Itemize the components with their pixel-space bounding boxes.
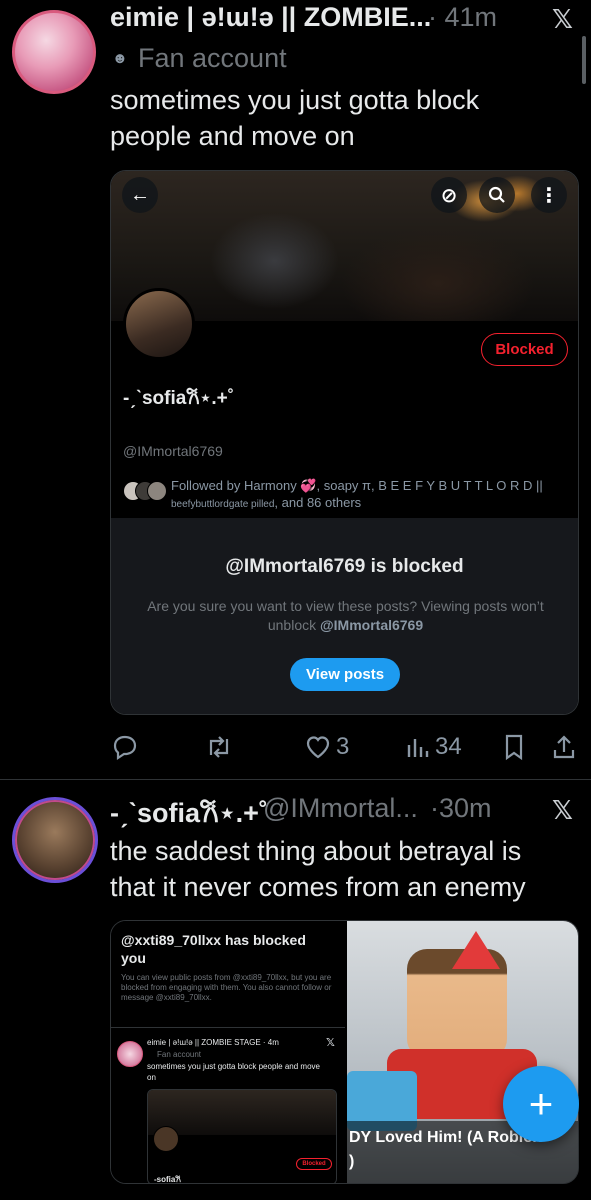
search-icon[interactable] <box>479 177 515 213</box>
post1-timestamp[interactable]: · 41m <box>428 2 497 33</box>
blocked-description: Are you sure you want to view these post… <box>147 598 544 633</box>
post2-display-name[interactable]: -ˏˋsofia𐙚⋆.+˚ <box>110 793 268 830</box>
blocked-title: @IMmortal6769 is blocked <box>225 556 464 577</box>
mini-text: sometimes you just gotta block people an… <box>147 1062 320 1082</box>
post2-avatar[interactable] <box>12 797 98 883</box>
back-arrow-icon[interactable]: ← <box>122 177 158 213</box>
like-button[interactable]: 3 <box>304 732 349 762</box>
mini-fan-label: Fan account <box>157 1050 202 1059</box>
blocked-button[interactable]: Blocked <box>481 333 568 366</box>
mini-profile-name: -sofia𐙚 <box>154 1175 181 1184</box>
share-icon <box>553 735 575 759</box>
party-hat <box>452 931 500 969</box>
mini-divider <box>111 1027 345 1028</box>
mini-avatar <box>117 1041 143 1067</box>
mini-banner <box>148 1090 336 1135</box>
quoted-media[interactable]: @xxti89_70llxx has blocked you You can v… <box>110 920 579 1184</box>
scrollbar[interactable] <box>582 36 586 84</box>
quoted-screenshot[interactable]: ← ⊘ ⋮ Blocked -ˏˋsofia𐙚⋆.+˚ @IMmortal676… <box>110 170 579 715</box>
post2-timestamp[interactable]: ·30m <box>430 793 492 824</box>
views-button[interactable]: 34 <box>405 732 462 762</box>
bookmark-icon <box>505 734 523 761</box>
followed-by-rest: , and 86 others <box>274 495 362 510</box>
profile-avatar[interactable] <box>123 288 195 360</box>
like-count: 3 <box>336 733 350 760</box>
profile-handle: @IMmortal6769 <box>123 443 223 459</box>
profile-name: -ˏˋsofia𐙚⋆.+˚ <box>123 388 235 409</box>
blocked-desc-handle: @IMmortal6769 <box>320 617 424 633</box>
view-count: 34 <box>435 733 462 760</box>
compose-post-button[interactable]: + <box>503 1066 579 1142</box>
thumbnail-caption-end: ) <box>349 1153 355 1170</box>
mini-quote-card: Blocked -sofia𐙚 <box>147 1089 337 1184</box>
follower-avatar <box>147 481 167 501</box>
mini-profile-avatar <box>153 1126 179 1152</box>
thumbnail-caption: DY Loved Him! (A Roblox <box>349 1129 542 1146</box>
x-logo-icon[interactable]: 𝕏 <box>552 4 573 35</box>
mini-x-logo: 𝕏 <box>326 1037 335 1049</box>
share-button[interactable] <box>551 732 577 762</box>
no-retweet-icon[interactable]: ⊘ <box>431 177 467 213</box>
view-posts-button[interactable]: View posts <box>290 658 400 691</box>
post1-display-name[interactable]: eimie | ə!ɯ!ə || ZOMBIE... <box>110 2 431 33</box>
repost-button[interactable] <box>204 732 234 762</box>
theater-mask-icon: ☻ <box>112 50 128 67</box>
post1-fan-label: Fan account <box>138 43 287 73</box>
views-icon <box>407 739 429 757</box>
x-logo-icon[interactable]: 𝕏 <box>552 795 573 826</box>
heart-icon <box>306 736 330 759</box>
mini-blocked-btn: Blocked <box>296 1158 332 1170</box>
more-icon[interactable]: ⋮ <box>531 177 567 213</box>
reply-button[interactable] <box>111 732 139 762</box>
post2-handle[interactable]: @IMmortal... <box>263 793 418 824</box>
bookmark-button[interactable] <box>502 732 526 762</box>
blocked-you-desc: You can view public posts from @xxti89_7… <box>121 973 332 1002</box>
blocked-screenshot: @xxti89_70llxx has blocked you You can v… <box>111 921 345 1184</box>
blocked-you-title: @xxti89_70llxx has blocked you <box>121 932 306 966</box>
reply-icon <box>113 735 137 761</box>
followed-by-small: beefybuttlordgate pilled <box>171 499 275 510</box>
post1-avatar[interactable] <box>12 10 96 94</box>
video-thumbnail: DY Loved Him! (A Roblox ) <box>347 921 578 1183</box>
post1-text: sometimes you just gotta block people an… <box>110 85 480 151</box>
mini-name: eimie | ə!ɯ!ə || ZOMBIE STAGE · 4m <box>147 1038 279 1047</box>
post2-text: the saddest thing about betrayal is that… <box>110 836 526 902</box>
post-divider <box>0 779 591 780</box>
followed-by-text[interactable]: Followed by Harmony 💞, soapy π, B E E F … <box>171 477 571 513</box>
repost-icon <box>209 736 229 758</box>
